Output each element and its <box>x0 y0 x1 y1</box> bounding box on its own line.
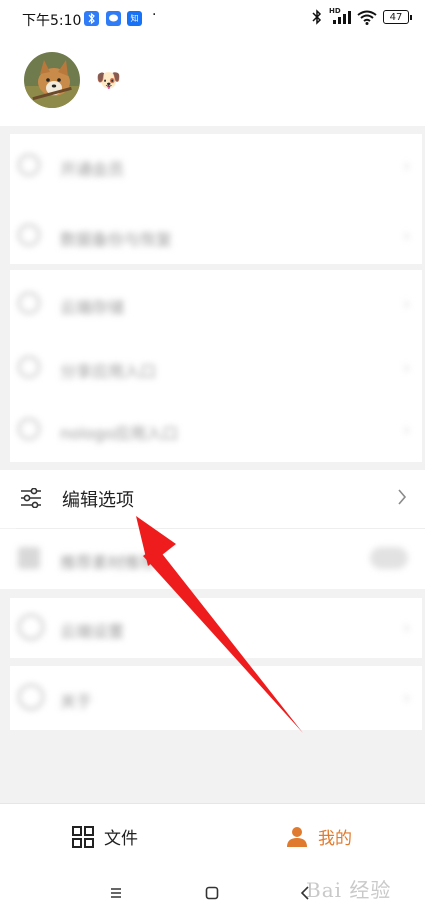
bluetooth-icon <box>312 9 322 25</box>
toggle-switch[interactable] <box>370 547 408 569</box>
tab-mine-label: 我的 <box>318 829 352 849</box>
chevron-right-icon: › <box>403 156 410 175</box>
menu-item-cloud[interactable]: 云端存储 › <box>10 276 422 332</box>
about-icon <box>18 684 44 710</box>
chevron-right-icon: › <box>403 688 410 707</box>
vip-icon <box>18 154 40 176</box>
cloud-icon <box>18 292 40 314</box>
menu-item-label: 云端存储 <box>60 298 125 317</box>
avatar[interactable] <box>24 52 80 108</box>
message-app-icon <box>106 11 121 26</box>
chevron-right-icon: › <box>403 226 410 245</box>
nickname: 🐶 <box>96 68 121 92</box>
tab-mine[interactable]: 我的 <box>286 824 352 849</box>
sliders-icon <box>21 488 41 508</box>
status-dot: · <box>152 7 157 23</box>
chevron-right-icon: › <box>403 358 410 377</box>
chevron-right-icon: › <box>403 294 410 313</box>
bluetooth-app-icon <box>84 11 99 26</box>
backup-icon <box>18 224 40 246</box>
person-icon <box>287 826 307 847</box>
menu-item-label: 关于 <box>60 692 93 711</box>
menu-icon[interactable] <box>110 887 122 899</box>
menu-group-1: 开通会员 › 数据备份与恢复 › <box>10 134 422 264</box>
dog-avatar-image <box>24 52 80 108</box>
menu-group-about: 关于 › <box>10 666 422 730</box>
share-icon <box>18 356 40 378</box>
menu-item-label: nologo应用入口 <box>60 424 179 443</box>
menu-item-about[interactable]: 关于 › <box>10 670 422 726</box>
signal-icon: HD <box>329 7 351 25</box>
menu-group-2: 云端存储 › 分享应用入口 › nologo应用入口 › <box>10 270 422 462</box>
menu-item-share[interactable]: 分享应用入口 › <box>10 340 422 396</box>
status-bar: 下午5:10 知乎 · HD 47 <box>0 0 425 40</box>
bottom-nav <box>0 803 425 870</box>
home-icon[interactable] <box>205 886 219 900</box>
zhihu-app-icon: 知乎 <box>127 11 142 38</box>
wifi-icon <box>357 10 377 25</box>
grid-icon <box>72 825 94 848</box>
menu-item-settings[interactable]: 云端设置 › <box>10 600 422 656</box>
chevron-right-icon <box>398 489 407 505</box>
status-time: 下午5:10 <box>22 13 82 29</box>
doc-icon <box>18 547 40 569</box>
entry-icon <box>18 418 40 440</box>
menu-item-label: 推荐素材推荐 <box>60 553 157 572</box>
settings-icon <box>18 614 44 640</box>
menu-item-label: 分享应用入口 <box>60 362 157 381</box>
battery-icon: 47 <box>383 10 412 24</box>
status-icons: HD 47 <box>311 7 412 25</box>
tab-files[interactable]: 文件 <box>72 824 138 849</box>
menu-item-toggle-card: 推荐素材推荐 <box>0 529 425 589</box>
watermark: Bai 经验 <box>306 878 392 902</box>
menu-item-label: 数据备份与恢复 <box>60 230 173 249</box>
edit-options-label: 编辑选项 <box>62 490 134 511</box>
menu-group-settings: 云端设置 › <box>10 598 422 658</box>
tab-files-label: 文件 <box>104 829 138 849</box>
menu-item-toggle[interactable]: 推荐素材推荐 <box>10 531 422 587</box>
menu-item-label: 开通会员 <box>60 160 125 179</box>
menu-item-label: 云端设置 <box>60 622 125 641</box>
menu-item-vip[interactable]: 开通会员 › <box>10 138 422 194</box>
chevron-right-icon: › <box>403 420 410 439</box>
menu-item-backup[interactable]: 数据备份与恢复 › <box>10 208 422 264</box>
chevron-right-icon: › <box>403 618 410 637</box>
menu-item-entry[interactable]: nologo应用入口 › <box>10 402 422 458</box>
